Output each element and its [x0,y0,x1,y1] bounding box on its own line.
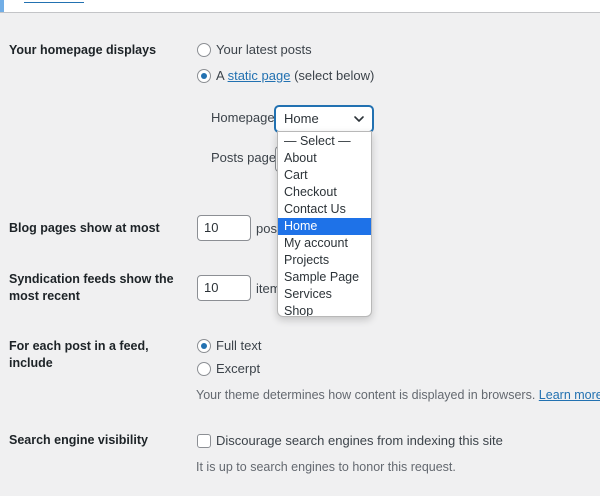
dropdown-option[interactable]: My account [278,235,371,252]
notice-accent-bar [0,0,4,12]
dropdown-option[interactable]: Checkout [278,184,371,201]
blog-pages-input[interactable]: 10 [197,215,251,241]
feed-help-text: Your theme determines how content is dis… [196,388,536,402]
homepage-select-value: Home [284,111,319,126]
search-visibility-label: Search engine visibility [9,433,148,447]
blog-pages-label: Blog pages show at most [9,221,160,235]
syndication-label: Syndication feeds show the most recent [9,271,179,305]
dropdown-option[interactable]: About [278,150,371,167]
search-help-text: It is up to search engines to honor this… [196,460,456,474]
dropdown-option[interactable]: Services [278,286,371,303]
blog-pages-unit: pos [256,221,277,236]
excerpt-label: Excerpt [216,361,261,376]
dropdown-option[interactable]: — Select — [278,133,371,150]
homepage-displays-label: Your homepage displays [9,43,157,57]
discourage-search-label: Discourage search engines from indexing … [216,433,503,448]
feed-help: Your theme determines how content is dis… [196,387,600,403]
static-page-prefix: A [216,68,224,83]
static-page-suffix: (select below) [294,68,375,83]
posts-page-label: Posts page: [211,150,280,165]
syndication-label-line2: most recent [9,289,80,303]
latest-posts-label: Your latest posts [216,42,312,57]
learn-more-link[interactable]: Learn more abo [539,388,600,402]
homepage-select-label: Homepage: [211,110,279,125]
latest-posts-radio[interactable] [197,43,211,57]
dropdown-option[interactable]: Cart [278,167,371,184]
dropdown-option[interactable]: Contact Us [278,201,371,218]
static-page-option: A static page (select below) [216,68,374,84]
syndication-label-line1: Syndication feeds show the [9,272,174,286]
top-link-underline[interactable] [24,0,84,3]
dropdown-option[interactable]: Sample Page [278,269,371,286]
top-settings-box [0,0,600,13]
chevron-down-icon [354,116,364,122]
dropdown-option[interactable]: Shop [278,303,371,316]
full-text-radio[interactable] [197,339,211,353]
homepage-select[interactable]: Home [275,106,373,132]
feed-include-label: For each post in a feed, include [9,339,149,370]
full-text-label: Full text [216,338,262,353]
static-page-link[interactable]: static page [228,68,291,83]
discourage-search-checkbox[interactable] [197,434,211,448]
dropdown-option-selected[interactable]: Home [278,218,371,235]
homepage-dropdown-list: — Select — About Cart Checkout Contact U… [277,131,372,317]
excerpt-radio[interactable] [197,362,211,376]
static-page-radio[interactable] [197,69,211,83]
dropdown-option[interactable]: Projects [278,252,371,269]
syndication-input[interactable]: 10 [197,275,251,301]
